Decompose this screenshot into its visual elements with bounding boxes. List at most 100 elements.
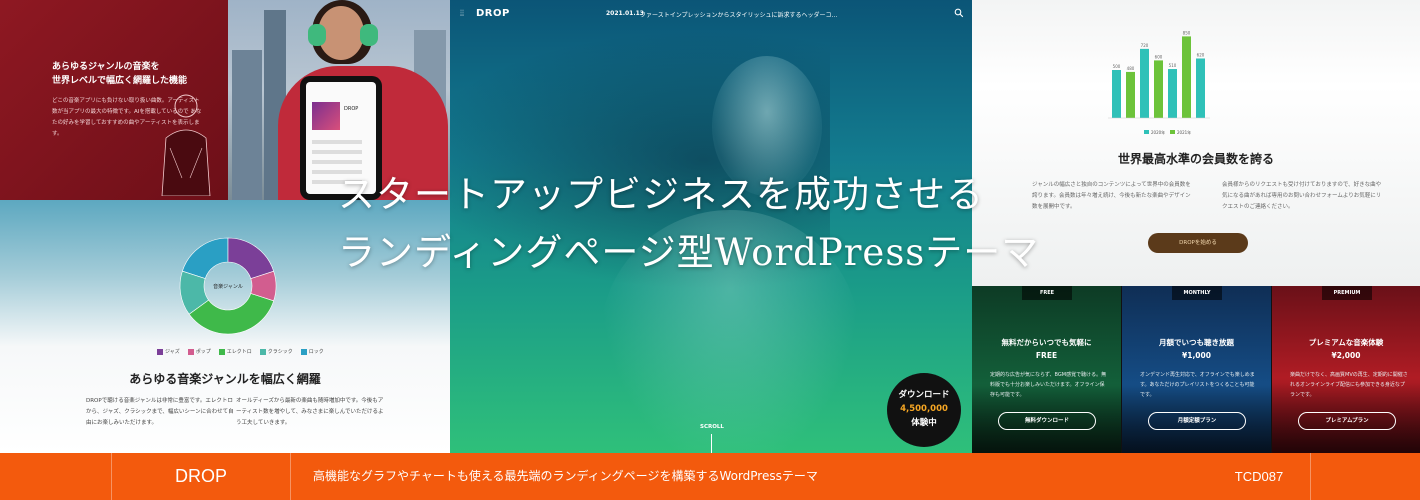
- legend-swatch: [259, 348, 266, 355]
- legend-item: クラシック: [259, 348, 293, 355]
- plan-price: ¥2,000: [1331, 351, 1361, 360]
- plan-title-line1: 月額でいつも聴き放題: [1159, 338, 1234, 347]
- news-ticker-link[interactable]: ファーストインプレッションからスタイリッシュに訴求するヘッダーコ...: [640, 10, 837, 19]
- legend-label: ポップ: [195, 349, 211, 355]
- members-body-right: 会員様からのリクエストも受け付けておりますので、好きな曲や気になる曲があれば専用…: [1222, 182, 1382, 210]
- donut-legend: ジャズ ポップ エレクトロ クラシック ロック: [157, 348, 324, 355]
- download-badge: ダウンロード 4,500,000 体験中: [887, 373, 961, 447]
- plan-tab: MONTHLY: [1172, 286, 1222, 300]
- bar-1: [1126, 71, 1135, 118]
- plan-body: 楽曲だけでなく、高画質MVの再生、定期的に開催されるオンラインライブ配信にも参加…: [1290, 372, 1408, 398]
- legend-swatch: [218, 348, 225, 355]
- feature-heading: あらゆるジャンルの音楽を 世界レベルで幅広く網羅した機能: [52, 60, 187, 88]
- phone-app-title: DROP: [344, 106, 359, 112]
- album-art: [312, 102, 340, 130]
- bar-6: [1196, 58, 1205, 118]
- premium-plan-button[interactable]: プレミアムプラン: [1298, 412, 1396, 430]
- phone-track-row: [312, 160, 362, 164]
- legend-swatch: [187, 348, 194, 355]
- bar-value-label: 850: [1183, 30, 1191, 35]
- plan-title-line1: プレミアムな音楽体験: [1308, 338, 1384, 347]
- bar-4: [1168, 69, 1177, 118]
- sound-wave-icon: ⦙⦙: [460, 9, 465, 19]
- bar-legend-swatch: [1170, 130, 1175, 134]
- scroll-indicator[interactable]: SCROLL: [700, 424, 724, 430]
- headphone-figure-illustration: [161, 94, 211, 196]
- plan-body: 定期的な広告が気にならず、BGM感覚で聴ける。無料版でも十分お楽しみいただけます…: [990, 372, 1107, 398]
- bar-5: [1182, 36, 1191, 118]
- plan-price: ¥1,000: [1182, 351, 1211, 360]
- legend-item: ジャズ: [157, 348, 180, 355]
- bar-legend-label: 2021年: [1177, 129, 1191, 135]
- genre-body-left: DROPで聴ける音楽ジャンルは非常に豊富です。エレクトロから、ジャズ、クラシック…: [86, 398, 234, 426]
- bar-value-label: 620: [1197, 52, 1205, 57]
- headline-line1: スタートアップビジネスを成功させる: [338, 173, 984, 216]
- plan-tab: PREMIUM: [1322, 286, 1372, 300]
- plan-card-monthly: MONTHLY 月額でいつも聴き放題 ¥1,000 オンデマンド再生対応で、オフ…: [1122, 286, 1271, 453]
- plan-title-line1: 無料だからいつでも気軽に: [1001, 338, 1092, 347]
- genre-donut-chart: 音楽ジャンル: [178, 236, 278, 336]
- bar-value-label: 500: [1113, 64, 1121, 69]
- bar-legend-swatch: [1144, 130, 1149, 134]
- search-icon[interactable]: [954, 8, 964, 18]
- donut-slice-0: [227, 237, 275, 279]
- hero-header: ⦙⦙ DROP 2021.01.13 ファーストインプレッションからスタイリッシ…: [450, 0, 972, 28]
- feature-heading-line2: 世界レベルで幅広く網羅した機能: [52, 76, 188, 86]
- bar-value-label: 480: [1127, 66, 1135, 71]
- legend-swatch: [300, 348, 307, 355]
- plan-tab: FREE: [1022, 286, 1072, 300]
- legend-label: クラシック: [267, 349, 293, 355]
- bar-3: [1154, 60, 1163, 118]
- plan-card-free: FREE 無料だからいつでも気軽に FREE 定期的な広告が気にならず、BGM感…: [972, 286, 1121, 453]
- headphone-icon: [308, 24, 326, 46]
- badge-line1: ダウンロード: [898, 390, 950, 400]
- divider: [1310, 453, 1311, 500]
- bar-value-label: 720: [1141, 43, 1149, 48]
- plan-title: 無料だからいつでも気軽に FREE: [972, 336, 1121, 362]
- theme-info-bar: DROP 高機能なグラフやチャートも使える最先端のランディングページを構築するW…: [0, 453, 1420, 500]
- headline-line2: ランディングページ型WordPressテーマ: [338, 231, 1040, 274]
- start-drop-button[interactable]: DROPを始める: [1148, 233, 1248, 253]
- plan-price: FREE: [1035, 351, 1058, 360]
- plan-card-premium: PREMIUM プレミアムな音楽体験 ¥2,000 楽曲だけでなく、高画質MVの…: [1272, 286, 1420, 453]
- plan-title: 月額でいつも聴き放題 ¥1,000: [1122, 336, 1271, 362]
- legend-item: ポップ: [187, 348, 211, 355]
- donut-svg: 音楽ジャンル: [179, 237, 277, 335]
- monthly-plan-button[interactable]: 月額定額プラン: [1148, 412, 1246, 430]
- legend-item: ロック: [300, 348, 324, 355]
- badge-line3: 体験中: [911, 418, 937, 428]
- site-logo[interactable]: DROP: [476, 8, 510, 19]
- donut-center-label: 音楽ジャンル: [213, 283, 243, 290]
- collage: あらゆるジャンルの音楽を 世界レベルで幅広く網羅した機能 どこの音楽アプリにも負…: [0, 0, 1420, 453]
- building: [232, 50, 262, 200]
- legend-label: ロック: [308, 349, 324, 355]
- news-date: 2021.01.13: [606, 10, 644, 17]
- bar-2: [1140, 48, 1149, 118]
- members-title: 世界最高水準の会員数を誇る: [1117, 152, 1274, 166]
- plan-title: プレミアムな音楽体験 ¥2,000: [1272, 336, 1420, 362]
- legend-item: エレクトロ: [218, 348, 252, 355]
- legend-swatch: [157, 348, 163, 355]
- members-body-left: ジャンルの幅広さと独自のコンテンツによって世界中の会員数を誇ります。会員数は年々…: [1032, 182, 1191, 210]
- scroll-line: [711, 434, 712, 453]
- theme-description: 高機能なグラフやチャートも使える最先端のランディングページを構築するWordPr…: [313, 469, 818, 483]
- main-headline: スタートアップビジネスを成功させる ランディングページ型WordPressテーマ: [338, 166, 1039, 282]
- legend-label: エレクトロ: [226, 349, 252, 355]
- free-download-button[interactable]: 無料ダウンロード: [998, 412, 1096, 430]
- divider: [290, 453, 291, 500]
- members-bar-chart: 500 480 720 600 510 850 620 2020年 2021年: [1108, 30, 1210, 135]
- theme-code: TCD087: [1234, 469, 1284, 484]
- genre-title: あらゆる音楽ジャンルを幅広く網羅: [129, 372, 321, 386]
- bar-0: [1112, 70, 1121, 118]
- bar-value-label: 600: [1155, 54, 1163, 59]
- theme-name: DROP: [174, 466, 227, 486]
- legend-label: ジャズ: [165, 349, 180, 355]
- bar-value-label: 510: [1169, 63, 1177, 68]
- donut-slice-4: [181, 237, 229, 279]
- phone-track-row: [312, 140, 362, 144]
- genre-body-right: オールディーズから最新の楽曲も随時増加中です。今後もアーティスト数を増やして、み…: [236, 398, 384, 426]
- bar-legend-label: 2020年: [1151, 129, 1165, 135]
- feature-panel-red: あらゆるジャンルの音楽を 世界レベルで幅広く網羅した機能 どこの音楽アプリにも負…: [0, 0, 228, 200]
- feature-heading-line1: あらゆるジャンルの音楽を: [52, 62, 160, 72]
- plan-body: オンデマンド再生対応で、オフラインでも楽しめます。あなただけのプレイリストをつく…: [1140, 372, 1255, 398]
